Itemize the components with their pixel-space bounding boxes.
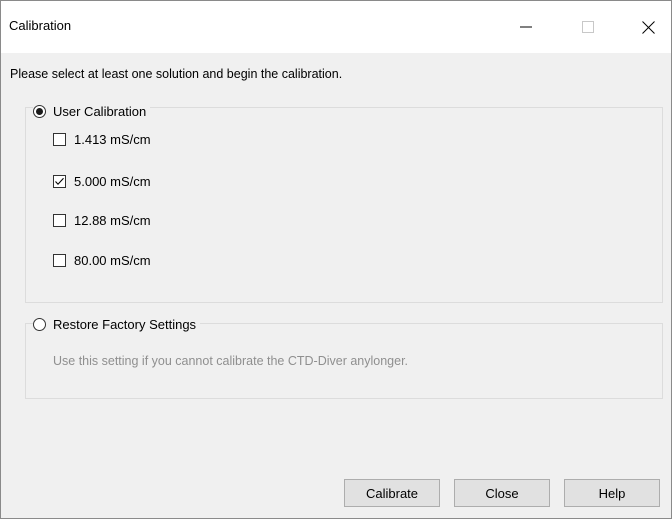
checkbox-unchecked-icon <box>53 133 66 146</box>
window-title: Calibration <box>9 18 72 33</box>
checkbox-checked-icon <box>53 175 66 188</box>
checkbox-unchecked-icon <box>53 254 66 267</box>
title-bar[interactable]: Calibration <box>1 1 671 53</box>
solution-label: 80.00 mS/cm <box>74 253 151 268</box>
solution-checkbox-1413[interactable]: 1.413 mS/cm <box>53 132 151 147</box>
help-button[interactable]: Help <box>564 479 660 507</box>
solution-label: 5.000 mS/cm <box>74 174 151 189</box>
minimize-icon <box>520 26 532 28</box>
calibration-dialog: Calibration Please select at least one s… <box>0 0 672 519</box>
maximize-icon <box>582 21 594 33</box>
factory-hint-text: Use this setting if you cannot calibrate… <box>53 354 409 368</box>
checkbox-unchecked-icon <box>53 214 66 227</box>
user-calibration-label: User Calibration <box>53 104 147 119</box>
solution-checkbox-8000[interactable]: 80.00 mS/cm <box>53 253 151 268</box>
restore-factory-radio[interactable]: Restore Factory Settings <box>33 317 201 332</box>
solution-label: 1.413 mS/cm <box>74 132 151 147</box>
radio-unselected-icon <box>33 318 46 331</box>
close-window-button[interactable] <box>625 9 671 45</box>
instruction-text: Please select at least one solution and … <box>10 67 343 81</box>
restore-factory-label: Restore Factory Settings <box>53 317 197 332</box>
solution-label: 12.88 mS/cm <box>74 213 151 228</box>
solution-checkbox-1288[interactable]: 12.88 mS/cm <box>53 213 151 228</box>
close-icon <box>641 20 655 34</box>
minimize-button[interactable] <box>503 9 549 45</box>
radio-selected-icon <box>33 105 46 118</box>
maximize-button <box>565 9 611 45</box>
solution-checkbox-5000[interactable]: 5.000 mS/cm <box>53 174 151 189</box>
user-calibration-radio[interactable]: User Calibration <box>33 104 151 119</box>
close-button[interactable]: Close <box>454 479 550 507</box>
calibrate-button[interactable]: Calibrate <box>344 479 440 507</box>
